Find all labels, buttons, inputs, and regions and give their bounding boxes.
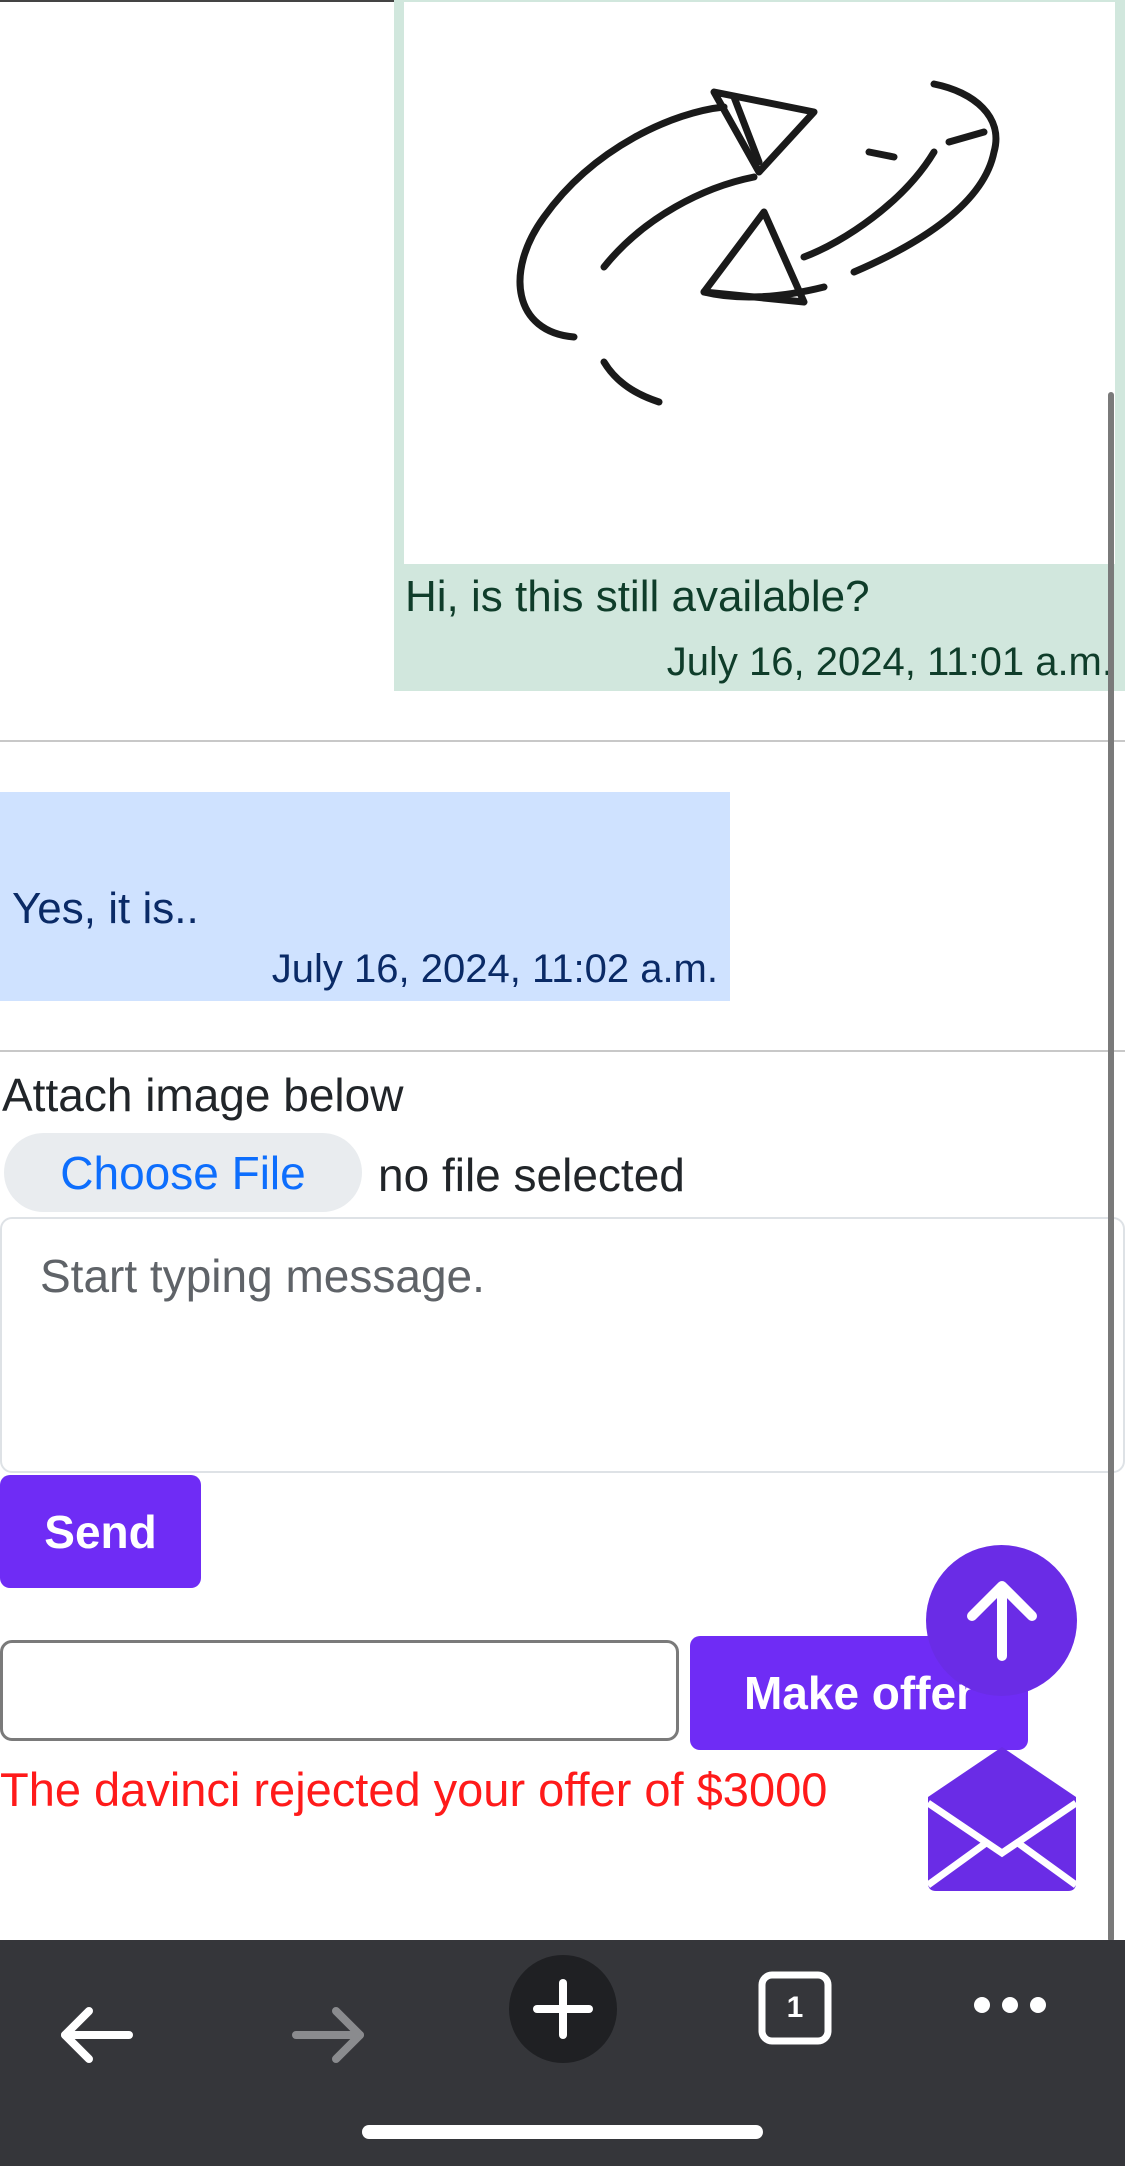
home-indicator: [362, 2125, 763, 2139]
tab-switcher-icon[interactable]: 1: [752, 1965, 838, 2051]
envelope-open-icon[interactable]: [925, 1745, 1079, 1893]
refresh-arrows-icon: [516, 80, 1000, 406]
browser-toolbar: 1: [0, 1940, 1125, 2166]
sent-message-bubble: Hi, is this still available? July 16, 20…: [394, 0, 1125, 691]
message-image[interactable]: [404, 2, 1115, 564]
page-scrollbar[interactable]: [1108, 392, 1114, 1942]
more-menu-icon[interactable]: [960, 1970, 1060, 2040]
received-message-text: Yes, it is..: [12, 884, 199, 933]
offer-amount-input[interactable]: [0, 1640, 679, 1741]
back-arrow-icon[interactable]: [50, 1990, 140, 2080]
file-status-text: no file selected: [378, 1149, 685, 1201]
send-button[interactable]: Send: [0, 1475, 201, 1588]
offer-status-message: The davinci rejected your offer of $3000: [0, 1763, 828, 1816]
sent-message-text: Hi, is this still available?: [405, 572, 870, 621]
message-divider: [0, 740, 1125, 742]
choose-file-button[interactable]: Choose File: [4, 1133, 362, 1212]
received-message-bubble: Yes, it is.. July 16, 2024, 11:02 a.m.: [0, 792, 730, 1001]
received-message-timestamp: July 16, 2024, 11:02 a.m.: [271, 947, 718, 991]
tab-count: 1: [786, 1991, 804, 2024]
attach-image-label: Attach image below: [2, 1069, 404, 1121]
arrow-up-icon: [966, 1580, 1037, 1661]
new-tab-plus-icon[interactable]: [509, 1955, 617, 2063]
message-input[interactable]: [0, 1217, 1125, 1473]
forward-arrow-icon: [285, 1990, 375, 2080]
message-divider: [0, 1050, 1125, 1052]
sent-message-timestamp: July 16, 2024, 11:01 a.m.: [666, 640, 1113, 684]
scroll-to-top-button[interactable]: [926, 1545, 1077, 1696]
